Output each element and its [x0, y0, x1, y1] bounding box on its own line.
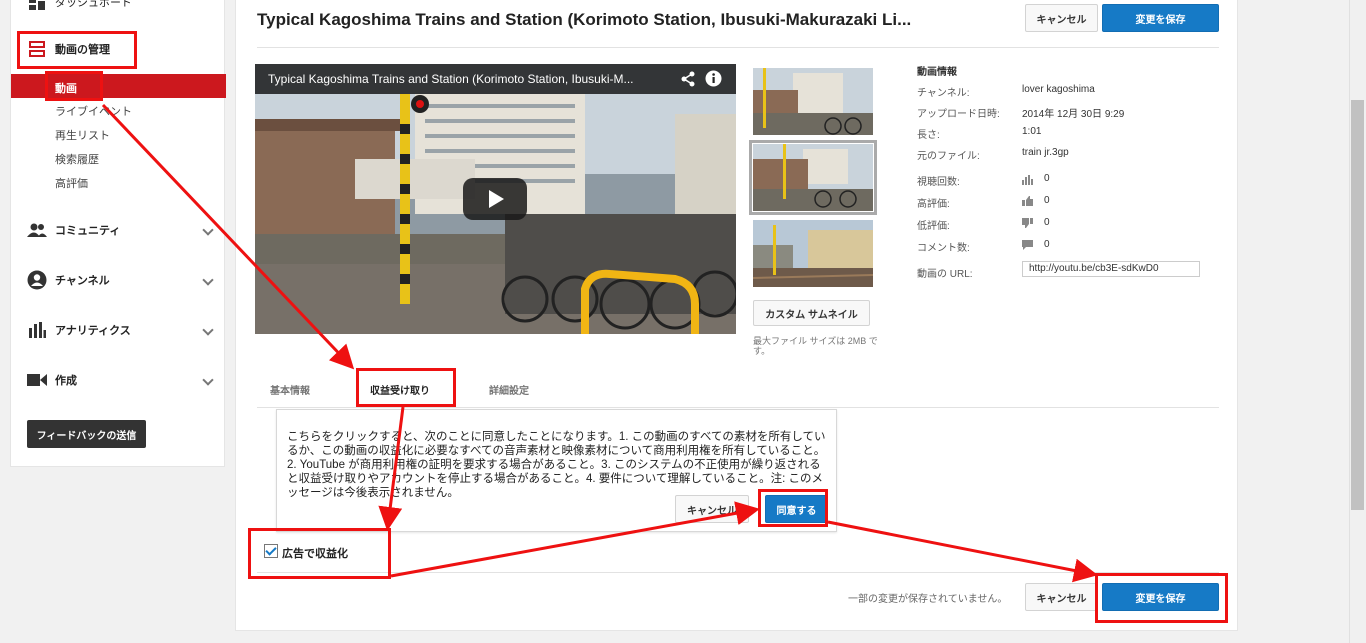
arrow-tab-to-checkbox	[378, 406, 405, 531]
arrow-agree-to-save	[827, 520, 1098, 583]
annotation-arrows	[101, 103, 1098, 583]
arrow-checkbox-to-agree	[390, 501, 760, 578]
arrow-videos-to-tab	[101, 103, 355, 370]
